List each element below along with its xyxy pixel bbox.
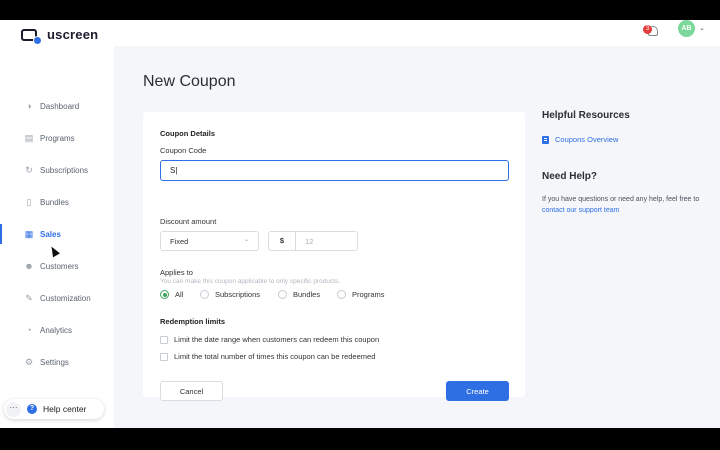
checkbox-icon[interactable] — [160, 352, 168, 361]
radio-selected-icon — [160, 290, 169, 299]
coupons-overview-label: Coupons Overview — [555, 135, 619, 144]
customers-icon: ☻ — [24, 261, 34, 271]
help-center-button[interactable]: ··· ? Help center — [4, 399, 104, 419]
redemption-limits-heading: Redemption limits — [160, 317, 226, 326]
applies-to-label: Applies to — [160, 268, 193, 277]
coupons-overview-link[interactable]: Coupons Overview — [542, 135, 618, 144]
coupon-code-label: Coupon Code — [160, 146, 207, 155]
app-frame: uscreen 3 AB ⌄ ◑ Dashboard ▤ Programs ↻ … — [0, 20, 720, 428]
applies-to-hint: You can make this coupon applicable to o… — [160, 278, 341, 285]
applies-to-radio-group: All Subscriptions Bundles Programs — [160, 290, 500, 302]
radio-bundles[interactable]: Bundles — [278, 290, 320, 299]
bundles-icon: ▯ — [26, 197, 32, 207]
notifications-button[interactable]: 3 — [643, 24, 659, 38]
sidebar-item-label: Sales — [40, 229, 61, 239]
discount-amount-label: Discount amount — [160, 217, 217, 226]
create-button[interactable]: Create — [446, 381, 509, 401]
radio-empty-icon — [278, 290, 287, 299]
coupon-form-card: Coupon Details Coupon Code Discount amou… — [143, 112, 525, 401]
radio-programs[interactable]: Programs — [337, 290, 385, 299]
document-icon — [542, 135, 549, 144]
coupon-code-input[interactable] — [160, 160, 509, 181]
help-center-label: Help center — [43, 404, 87, 414]
radio-empty-icon — [200, 290, 209, 299]
sidebar-item-subscriptions[interactable]: ↻ Subscriptions — [0, 160, 114, 180]
chevron-down-icon[interactable]: ⌄ — [699, 24, 705, 32]
need-help-heading: Need Help? — [542, 171, 598, 182]
radio-label: Subscriptions — [215, 290, 261, 299]
logo-text: uscreen — [47, 27, 99, 42]
gear-icon: ⚙ — [24, 357, 34, 367]
uscreen-logo[interactable]: uscreen — [21, 27, 99, 45]
radio-label: Bundles — [293, 290, 321, 299]
sidebar-item-label: Programs — [40, 133, 75, 143]
sidebar-item-customers[interactable]: ☻ Customers — [0, 256, 114, 276]
radio-label: Programs — [352, 290, 385, 299]
sidebar-item-label: Subscriptions — [40, 165, 89, 175]
sidebar-item-label: Settings — [40, 357, 69, 367]
sidebar-item-programs[interactable]: ▤ Programs — [0, 128, 114, 148]
more-options-icon[interactable]: ··· — [6, 401, 21, 417]
sales-icon: ▦ — [24, 229, 34, 239]
analytics-icon: ◔ — [26, 325, 32, 335]
limit-redemptions-checkbox[interactable]: Limit the total number of times this cou… — [160, 352, 375, 361]
need-help-text-prefix: If you have questions or need any help, … — [542, 196, 700, 203]
sidebar-item-analytics[interactable]: ◔ Analytics — [0, 320, 114, 340]
discount-amount-field[interactable]: $ — [268, 231, 358, 251]
help-icon: ? — [27, 404, 37, 414]
sidebar-item-sales[interactable]: ▦ Sales — [0, 224, 114, 244]
currency-symbol: $ — [269, 232, 296, 250]
radio-empty-icon — [337, 290, 346, 299]
sidebar-item-label: Customization — [40, 293, 91, 303]
discount-amount-input[interactable] — [296, 232, 357, 250]
sidebar-item-label: Dashboard — [40, 101, 80, 111]
sidebar-item-settings[interactable]: ⚙ Settings — [0, 352, 114, 372]
subscriptions-icon: ↻ — [25, 165, 33, 175]
checkbox-label: Limit the date range when customers can … — [174, 335, 380, 344]
customization-icon: ✎ — [25, 293, 33, 303]
sidebar-item-label: Customers — [40, 261, 79, 271]
page-title: New Coupon — [143, 73, 236, 90]
helpful-resources-heading: Helpful Resources — [542, 110, 630, 121]
radio-label: All — [175, 290, 184, 299]
sidebar-item-bundles[interactable]: ▯ Bundles — [0, 192, 114, 212]
top-bar: uscreen 3 AB ⌄ — [0, 20, 720, 46]
checkbox-icon[interactable] — [160, 335, 168, 344]
sidebar-item-dashboard[interactable]: ◑ Dashboard — [0, 96, 114, 116]
sidebar-item-label: Analytics — [40, 325, 73, 335]
need-help-text: If you have questions or need any help, … — [542, 194, 702, 216]
discount-type-select[interactable]: Fixed ⌄ — [160, 231, 259, 251]
avatar[interactable]: AB — [678, 20, 695, 37]
chevron-down-icon: ⌄ — [243, 237, 249, 243]
notification-badge: 3 — [643, 25, 652, 34]
radio-subscriptions[interactable]: Subscriptions — [200, 290, 260, 299]
sidebar-item-customization[interactable]: ✎ Customization — [0, 288, 114, 308]
checkbox-label: Limit the total number of times this cou… — [174, 352, 376, 361]
dashboard-icon: ◑ — [26, 101, 32, 111]
coupon-details-heading: Coupon Details — [160, 129, 216, 138]
sidebar: ◑ Dashboard ▤ Programs ↻ Subscriptions ▯… — [0, 46, 114, 428]
sidebar-item-label: Bundles — [40, 197, 69, 207]
discount-type-value: Fixed — [170, 236, 189, 246]
logo-mark-icon — [21, 28, 42, 45]
limit-date-range-checkbox[interactable]: Limit the date range when customers can … — [160, 335, 379, 344]
cancel-button[interactable]: Cancel — [160, 381, 223, 401]
programs-icon: ▤ — [24, 133, 34, 143]
radio-all[interactable]: All — [160, 290, 183, 299]
contact-support-link[interactable]: contact our support team — [542, 207, 619, 214]
